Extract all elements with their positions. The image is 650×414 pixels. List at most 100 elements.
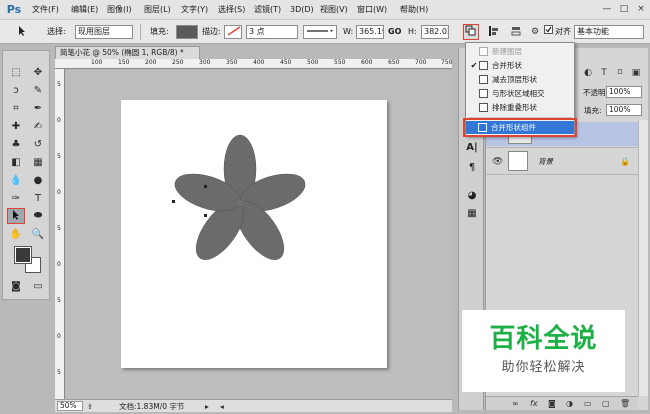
marquee-tool-icon[interactable]: ⬚ [7,65,25,81]
eraser-tool-icon[interactable]: ◧ [7,155,25,171]
quick-selection-tool-icon[interactable]: ✎ [29,83,47,99]
paragraph-panel-icon[interactable]: ¶ [463,160,481,176]
opacity-input[interactable]: 100% [606,86,642,98]
link-icon[interactable]: GO [388,26,401,38]
maximize-icon[interactable]: □ [617,2,631,16]
status-menu-arrow-icon[interactable]: ▸ [205,401,209,412]
width-input[interactable]: 365.19 [356,25,384,39]
delete-layer-icon[interactable]: 🗑 [620,399,630,409]
menu-window[interactable]: 窗口(W) [357,4,387,16]
anchor-point[interactable] [204,214,207,217]
ellipse-tool-icon[interactable]: ⬬ [29,208,47,224]
eyedropper-tool-icon[interactable]: ✒ [29,101,47,117]
type-filter-icon[interactable]: T [597,66,611,80]
anchor-point[interactable] [204,185,207,188]
flower-shape[interactable] [170,133,310,273]
blur-tool-icon[interactable]: 💧 [7,173,25,189]
new-layer-icon[interactable]: ▢ [602,399,610,409]
height-input[interactable]: 382.03 [421,25,449,39]
menu-item-combine-shapes[interactable]: ✔ 合并形状 [467,59,573,72]
menu-item-subtract-front-shape[interactable]: 减去顶层形状 [467,73,573,86]
anchor-point[interactable] [172,200,175,203]
menu-filter[interactable]: 滤镜(T) [254,4,281,16]
menu-3d[interactable]: 3D(D) [290,4,314,16]
lasso-tool-icon[interactable]: ↄ [7,83,25,99]
menu-view[interactable]: 视图(V) [320,4,348,16]
close-icon[interactable]: × [634,2,648,16]
path-arrangement-icon[interactable] [508,24,524,40]
ruler-tick: 250 [172,59,184,66]
adjustment-filter-icon[interactable]: ◐ [581,66,595,80]
doc-info: 文档:1.83M/0 字节 [119,402,185,411]
zoom-input[interactable]: 50% [57,401,83,411]
layer-row-background[interactable]: 👁 背景 🔒 [486,147,638,175]
zoom-tool-icon[interactable]: 🔍 [29,227,47,243]
ruler-tick: 5 [57,225,61,232]
healing-brush-tool-icon[interactable]: ✚ [7,119,25,135]
dodge-tool-icon[interactable]: ● [29,173,47,189]
align-edges-checkbox[interactable] [543,24,553,40]
menu-help[interactable]: 帮助(H) [400,4,428,16]
adjustment-layer-icon[interactable]: ◑ [566,399,573,409]
menu-item-new-layer[interactable]: 新建图层 [467,45,573,58]
pen-tool-icon[interactable]: ✑ [7,191,25,207]
menu-item-label: 减去顶层形状 [492,75,537,84]
move-tool-icon[interactable]: ✥ [29,65,47,81]
gear-icon[interactable]: ⚙ [527,24,543,40]
ruler-tick: 600 [361,59,373,66]
select-dropdown[interactable]: 现用图层 [75,25,133,39]
fill-swatch[interactable] [176,25,198,39]
minimize-icon[interactable]: — [600,2,614,16]
fill-input[interactable]: 100% [606,104,642,116]
type-tool-icon[interactable]: T [29,191,47,207]
layer-mask-icon[interactable]: ◙ [548,399,556,409]
menu-type[interactable]: 文字(Y) [181,4,208,16]
stroke-type-dropdown[interactable] [303,25,337,39]
smart-object-filter-icon[interactable]: ▣ [629,66,643,80]
layer-name[interactable]: 背景 [538,157,553,167]
ruler-tick: 5 [57,153,61,160]
screen-mode-icon[interactable]: ▭ [29,279,47,295]
character-panel-icon[interactable]: A| [463,140,481,156]
menu-select[interactable]: 选择(S) [218,4,245,16]
history-brush-tool-icon[interactable]: ↺ [29,137,47,153]
grid-panel-icon[interactable]: ▦ [463,206,481,222]
stroke-swatch[interactable] [224,25,242,39]
brush-tool-icon[interactable]: ✍ [29,119,47,135]
3d-panel-icon[interactable]: ◕ [463,188,481,204]
clone-stamp-tool-icon[interactable]: ♣ [7,137,25,153]
ruler-tick: 150 [118,59,130,66]
workspace-dropdown[interactable]: 基本功能 [574,25,644,39]
new-group-icon[interactable]: ▭ [584,399,592,409]
ruler-tick: 5 [57,81,61,88]
shape-filter-icon[interactable]: ⌑ [613,66,627,80]
document-tab[interactable]: 简笔小花 @ 50% (椭圆 1, RGB/8) * [55,46,200,59]
menu-item-label: 合并形状组件 [491,123,536,132]
menu-image[interactable]: 图像(I) [107,4,132,16]
path-selection-tool-icon[interactable] [7,208,25,224]
merge-components-icon [478,123,487,132]
menu-layer[interactable]: 图层(L) [144,4,171,16]
path-selection-preset-icon[interactable] [14,24,30,40]
crop-tool-icon[interactable]: ⌗ [7,101,25,117]
export-icon[interactable]: ⇪ [87,401,93,412]
stroke-width-input[interactable]: 3 点 [246,25,298,39]
panel-scrollbar[interactable] [638,120,648,396]
new-layer-icon [479,47,488,56]
foreground-color-swatch[interactable] [14,246,32,264]
status-scroll-left-icon[interactable]: ◂ [220,401,224,412]
gradient-tool-icon[interactable]: ▦ [29,155,47,171]
menu-item-merge-shape-components[interactable]: 合并形状组件 [463,118,577,137]
visibility-eye-icon[interactable]: 👁 [492,157,503,167]
ruler-tick: 700 [415,59,427,66]
menu-edit[interactable]: 编辑(E) [71,4,98,16]
menu-file[interactable]: 文件(F) [32,4,59,16]
link-layers-icon[interactable]: ∞ [512,399,519,409]
path-operations-icon[interactable] [463,24,479,40]
menu-item-intersect-shape-areas[interactable]: 与形状区域相交 [467,87,573,100]
menu-item-exclude-overlapping-shapes[interactable]: 排除重叠形状 [467,101,573,114]
layer-style-icon[interactable]: fx [530,399,538,409]
quick-mask-icon[interactable]: ◙ [7,279,25,295]
hand-tool-icon[interactable]: ✋ [7,227,25,243]
path-alignment-icon[interactable] [486,24,502,40]
